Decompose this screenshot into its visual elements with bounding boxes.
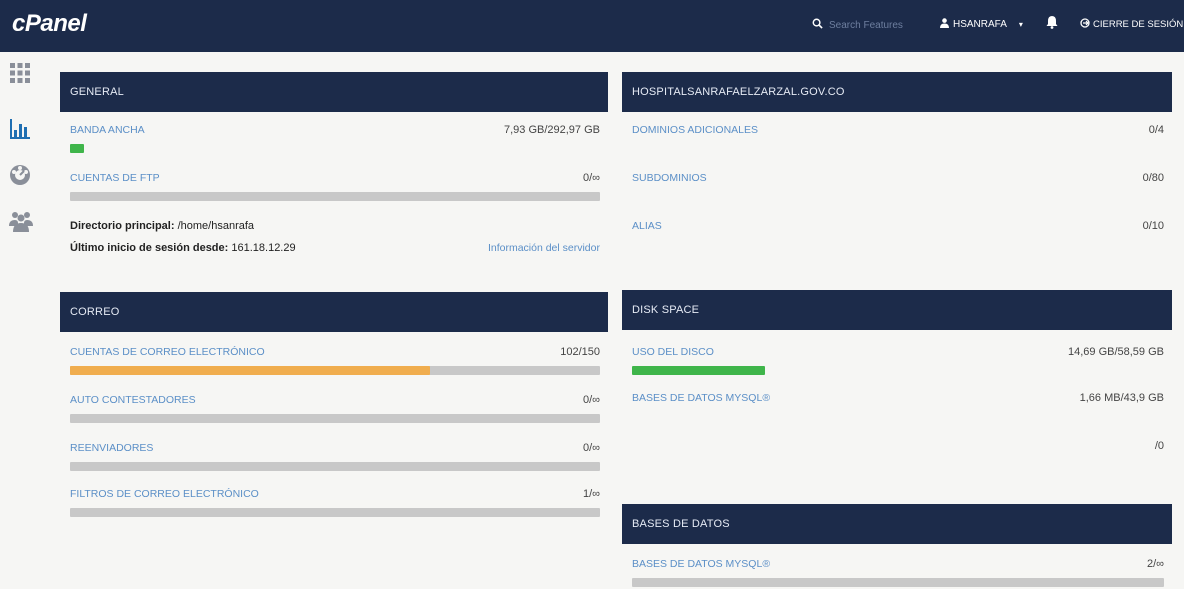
disk-extra-value: /0: [1154, 440, 1164, 452]
search-box[interactable]: [812, 14, 922, 36]
general-panel-title: GENERAL: [60, 72, 608, 112]
stats-icon[interactable]: [9, 118, 35, 144]
databases-panel: BASES DE DATOS BASES DE DATOS MYSQL® 2/∞: [622, 504, 1172, 589]
top-navbar: cPanel HSANRAFA ▾ CIERRE DE SESIÓN: [0, 0, 1184, 52]
home-directory: Directorio principal: /home/hsanrafa: [70, 220, 254, 232]
logout-label: CIERRE DE SESIÓN: [1093, 19, 1184, 30]
bandwidth-value: 7,93 GB/292,97 GB: [503, 124, 600, 136]
apps-grid-icon[interactable]: [9, 62, 35, 88]
domain-panel: HOSPITALSANRAFAELZARZAL.GOV.CO DOMINIOS …: [622, 72, 1172, 252]
email-accounts-label[interactable]: CUENTAS DE CORREO ELECTRÓNICO: [70, 346, 265, 358]
home-dir-value: /home/hsanrafa: [177, 220, 255, 232]
logout-button[interactable]: CIERRE DE SESIÓN: [1080, 18, 1183, 31]
addon-domains-row: DOMINIOS ADICIONALES 0/4: [622, 124, 1172, 146]
disk-usage-bar-fill: [632, 366, 765, 375]
autoresponders-label[interactable]: AUTO CONTESTADORES: [70, 394, 196, 406]
dashboard-icon[interactable]: [9, 164, 35, 190]
home-dir-label: Directorio principal:: [70, 220, 175, 232]
forwarders-row: REENVIADORES 0/∞: [60, 442, 608, 474]
bandwidth-bar: [70, 144, 600, 153]
autoresponders-value: 0/∞: [582, 394, 600, 406]
addon-domains-value: 0/4: [1148, 124, 1164, 136]
search-icon[interactable]: [812, 16, 823, 34]
bandwidth-bar-fill: [70, 144, 84, 153]
ftp-row: CUENTAS DE FTP 0/∞: [60, 172, 608, 204]
autoresponders-bar: [70, 414, 600, 423]
cpanel-logo[interactable]: cPanel: [12, 10, 87, 38]
mysql-databases-row: BASES DE DATOS MYSQL® 2/∞: [622, 558, 1172, 589]
ftp-value: 0/∞: [582, 172, 600, 184]
general-panel: GENERAL BANDA ANCHA 7,93 GB/292,97 GB CU…: [60, 72, 608, 272]
disk-usage-value: 14,69 GB/58,59 GB: [1067, 346, 1164, 358]
alias-row: ALIAS 0/10: [622, 220, 1172, 242]
ftp-label[interactable]: CUENTAS DE FTP: [70, 172, 160, 184]
domain-panel-title: HOSPITALSANRAFAELZARZAL.GOV.CO: [622, 72, 1172, 112]
server-info-link[interactable]: Información del servidor: [488, 242, 600, 254]
email-filters-label[interactable]: FILTROS DE CORREO ELECTRÓNICO: [70, 488, 259, 500]
subdomains-label[interactable]: SUBDOMINIOS: [632, 172, 707, 184]
mysql-databases-label[interactable]: BASES DE DATOS MYSQL®: [632, 558, 770, 570]
email-filters-value: 1/∞: [582, 488, 600, 500]
mysql-disk-row: BASES DE DATOS MYSQL® 1,66 MB/43,9 GB: [622, 392, 1172, 414]
subdomains-value: 0/80: [1142, 172, 1164, 184]
email-accounts-value: 102/150: [560, 346, 600, 358]
email-accounts-row: CUENTAS DE CORREO ELECTRÓNICO 102/150: [60, 346, 608, 378]
autoresponders-row: AUTO CONTESTADORES 0/∞: [60, 394, 608, 426]
forwarders-bar: [70, 462, 600, 471]
disk-extra-row: /0: [622, 440, 1172, 462]
chevron-down-icon: ▾: [1018, 20, 1023, 29]
logout-icon: [1080, 18, 1090, 31]
alias-value: 0/10: [1142, 220, 1164, 232]
mysql-databases-value: 2/∞: [1146, 558, 1164, 570]
mysql-disk-label[interactable]: BASES DE DATOS MYSQL®: [632, 392, 770, 404]
alias-label[interactable]: ALIAS: [632, 220, 662, 232]
last-login: Último inicio de sesión desde: 161.18.12…: [70, 242, 296, 254]
mysql-databases-bar: [632, 578, 1164, 587]
disk-usage-bar: [632, 366, 1164, 375]
search-input[interactable]: [829, 19, 914, 31]
disk-usage-label[interactable]: USO DEL DISCO: [632, 346, 714, 358]
email-accounts-bar-fill: [70, 366, 431, 375]
last-login-value: 161.18.12.29: [231, 242, 296, 254]
last-login-label: Último inicio de sesión desde:: [70, 242, 229, 254]
username-label: HSANRAFA: [953, 19, 1007, 30]
email-accounts-bar: [70, 366, 600, 375]
subdomains-row: SUBDOMINIOS 0/80: [622, 172, 1172, 194]
databases-panel-title: BASES DE DATOS: [622, 504, 1172, 544]
user-icon: [940, 18, 949, 31]
user-menu[interactable]: HSANRAFA ▾: [940, 18, 1023, 31]
ftp-bar: [70, 192, 600, 201]
mail-panel: CORREO CUENTAS DE CORREO ELECTRÓNICO 102…: [60, 292, 608, 522]
bandwidth-row: BANDA ANCHA 7,93 GB/292,97 GB: [60, 124, 608, 156]
bell-icon[interactable]: [1046, 15, 1058, 34]
mysql-disk-value: 1,66 MB/43,9 GB: [1079, 392, 1164, 404]
disk-space-panel-title: DISK SPACE: [622, 290, 1172, 330]
disk-usage-row: USO DEL DISCO 14,69 GB/58,59 GB: [622, 346, 1172, 378]
users-icon[interactable]: [9, 210, 35, 236]
email-filters-bar: [70, 508, 600, 517]
mail-panel-title: CORREO: [60, 292, 608, 332]
sidebar: [0, 52, 44, 589]
bandwidth-label[interactable]: BANDA ANCHA: [70, 124, 145, 136]
disk-space-panel: DISK SPACE USO DEL DISCO 14,69 GB/58,59 …: [622, 290, 1172, 470]
forwarders-value: 0/∞: [582, 442, 600, 454]
addon-domains-label[interactable]: DOMINIOS ADICIONALES: [632, 124, 758, 136]
email-filters-row: FILTROS DE CORREO ELECTRÓNICO 1/∞: [60, 488, 608, 520]
forwarders-label[interactable]: REENVIADORES: [70, 442, 153, 454]
